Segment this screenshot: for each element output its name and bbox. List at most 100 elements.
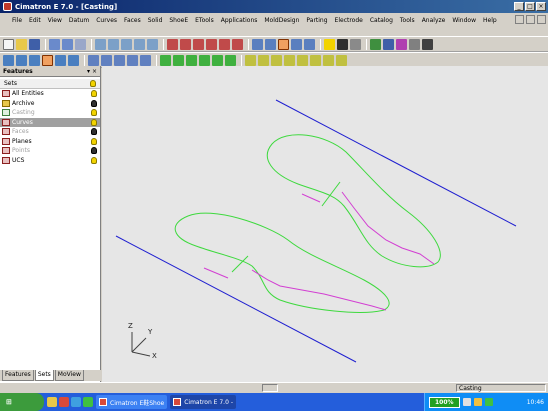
arc-icon[interactable] bbox=[114, 54, 125, 66]
trim-icon[interactable] bbox=[212, 54, 223, 66]
find-icon[interactable] bbox=[75, 38, 86, 50]
browser-icon[interactable] bbox=[71, 397, 81, 407]
line-width-icon[interactable] bbox=[422, 38, 433, 50]
pan-icon[interactable] bbox=[134, 38, 145, 50]
start-button[interactable]: ⊞ bbox=[0, 393, 44, 411]
lower-sole-outline[interactable] bbox=[174, 212, 390, 313]
spline-icon[interactable] bbox=[140, 54, 151, 66]
lower-boundary-line[interactable] bbox=[115, 235, 357, 363]
visibility-bulb-on-icon[interactable] bbox=[91, 90, 97, 98]
set-row-points[interactable]: Points bbox=[0, 146, 100, 156]
line-icon[interactable] bbox=[101, 54, 112, 66]
drive-face-icon[interactable] bbox=[310, 54, 321, 66]
redo-icon[interactable] bbox=[62, 38, 73, 50]
menu-view[interactable]: View bbox=[45, 17, 66, 24]
menu-file[interactable]: File bbox=[9, 17, 26, 24]
set-row-casting[interactable]: Casting bbox=[0, 108, 100, 118]
new-file-icon[interactable] bbox=[3, 38, 14, 50]
tab-moview[interactable]: MoView bbox=[54, 370, 84, 381]
loft-icon[interactable] bbox=[284, 54, 295, 66]
view-top-icon[interactable] bbox=[180, 38, 191, 50]
menu-edit[interactable]: Edit bbox=[26, 17, 45, 24]
select-icon[interactable] bbox=[3, 54, 14, 66]
maximize-button[interactable]: □ bbox=[525, 2, 535, 11]
save-icon[interactable] bbox=[29, 38, 40, 50]
pick-filter-icon[interactable] bbox=[383, 38, 394, 50]
menu-electrode[interactable]: Electrode bbox=[332, 17, 367, 24]
fillet-icon[interactable] bbox=[225, 54, 236, 66]
view-right-icon[interactable] bbox=[206, 38, 217, 50]
light-bulb-off-icon[interactable] bbox=[337, 38, 348, 50]
boundary-face-icon[interactable] bbox=[323, 54, 334, 66]
view-front-icon[interactable] bbox=[193, 38, 204, 50]
menu-analyze[interactable]: Analyze bbox=[419, 17, 450, 24]
visibility-bulb-off-icon[interactable] bbox=[91, 147, 97, 155]
grid-icon[interactable] bbox=[370, 38, 381, 50]
set-row-all-entities[interactable]: All Entities bbox=[0, 89, 100, 99]
measure-icon[interactable] bbox=[55, 54, 66, 66]
visibility-bulb-on-icon[interactable] bbox=[91, 109, 97, 117]
close-button[interactable]: × bbox=[536, 2, 546, 11]
tab-features[interactable]: Features bbox=[2, 370, 34, 381]
task-button-shoe[interactable]: Cimatron E鞋Shoe bbox=[96, 395, 168, 409]
tab-sets[interactable]: Sets bbox=[34, 370, 54, 381]
panel-close-icon[interactable]: ▾ × bbox=[87, 68, 97, 75]
menu-curves[interactable]: Curves bbox=[93, 17, 121, 24]
lower-parting-curve[interactable] bbox=[251, 269, 387, 311]
menu-solid[interactable]: Solid bbox=[145, 17, 167, 24]
lower-parting-stub[interactable] bbox=[203, 267, 229, 279]
volume-icon[interactable] bbox=[473, 398, 482, 406]
doc-minimize-button[interactable] bbox=[526, 15, 535, 24]
extrude-icon[interactable] bbox=[245, 54, 256, 66]
undo-icon[interactable] bbox=[49, 38, 60, 50]
menu-window[interactable]: Window bbox=[449, 17, 480, 24]
doc-close-button[interactable] bbox=[537, 15, 546, 24]
menu-molddesign[interactable]: MoldDesign bbox=[261, 17, 303, 24]
upper-sole-outline[interactable] bbox=[266, 134, 441, 268]
offset-curve-icon[interactable] bbox=[173, 54, 184, 66]
zoom-all-icon[interactable] bbox=[95, 38, 106, 50]
upper-parting-curve[interactable] bbox=[341, 191, 435, 265]
menu-tools[interactable]: Tools bbox=[397, 17, 419, 24]
set-row-curves[interactable]: Curves bbox=[0, 117, 100, 127]
visibility-bulb-on-icon[interactable] bbox=[91, 137, 97, 145]
sets-visibility-icon[interactable] bbox=[90, 80, 96, 87]
model-canvas[interactable]: Z Y X bbox=[102, 66, 548, 382]
revolve-icon[interactable] bbox=[258, 54, 269, 66]
sweep-icon[interactable] bbox=[271, 54, 282, 66]
minimize-button[interactable]: _ bbox=[514, 2, 524, 11]
upper-heel-segment[interactable] bbox=[321, 181, 341, 207]
app-icon[interactable] bbox=[83, 397, 93, 407]
blank-icon[interactable] bbox=[29, 54, 40, 66]
layers-icon[interactable] bbox=[350, 38, 361, 50]
split-face-icon[interactable] bbox=[336, 54, 347, 66]
menu-applications[interactable]: Applications bbox=[218, 17, 262, 24]
visibility-bulb-off-icon[interactable] bbox=[91, 128, 97, 136]
media-icon[interactable] bbox=[59, 397, 69, 407]
antivirus-icon[interactable] bbox=[484, 398, 493, 406]
wireframe-icon[interactable] bbox=[265, 38, 276, 50]
upper-parting-stub[interactable] bbox=[301, 193, 321, 203]
display-icon[interactable] bbox=[304, 38, 315, 50]
cimatron-app-icon[interactable] bbox=[3, 2, 12, 11]
point-icon[interactable] bbox=[88, 54, 99, 66]
open-folder-icon[interactable] bbox=[16, 38, 27, 50]
menu-shoee[interactable]: ShoeE bbox=[166, 17, 192, 24]
render-mode-icon[interactable] bbox=[278, 38, 289, 50]
task-button-cimatron[interactable]: Cimatron E 7.0 - bbox=[170, 395, 236, 409]
visibility-bulb-off-icon[interactable] bbox=[91, 99, 97, 107]
blend-icon[interactable] bbox=[297, 54, 308, 66]
set-row-faces[interactable]: Faces bbox=[0, 127, 100, 137]
menu-datum[interactable]: Datum bbox=[66, 17, 93, 24]
composite-curve-icon[interactable] bbox=[160, 54, 171, 66]
set-row-ucs[interactable]: UCS bbox=[0, 156, 100, 166]
set-row-planes[interactable]: Planes bbox=[0, 137, 100, 147]
upper-boundary-line[interactable] bbox=[275, 99, 517, 227]
hidden-lines-icon[interactable] bbox=[291, 38, 302, 50]
rotate-icon[interactable] bbox=[147, 38, 158, 50]
menu-faces[interactable]: Faces bbox=[121, 17, 145, 24]
view-left-icon[interactable] bbox=[219, 38, 230, 50]
visibility-bulb-on-icon[interactable] bbox=[91, 118, 97, 126]
zoom-window-icon[interactable] bbox=[108, 38, 119, 50]
color-icon[interactable] bbox=[396, 38, 407, 50]
